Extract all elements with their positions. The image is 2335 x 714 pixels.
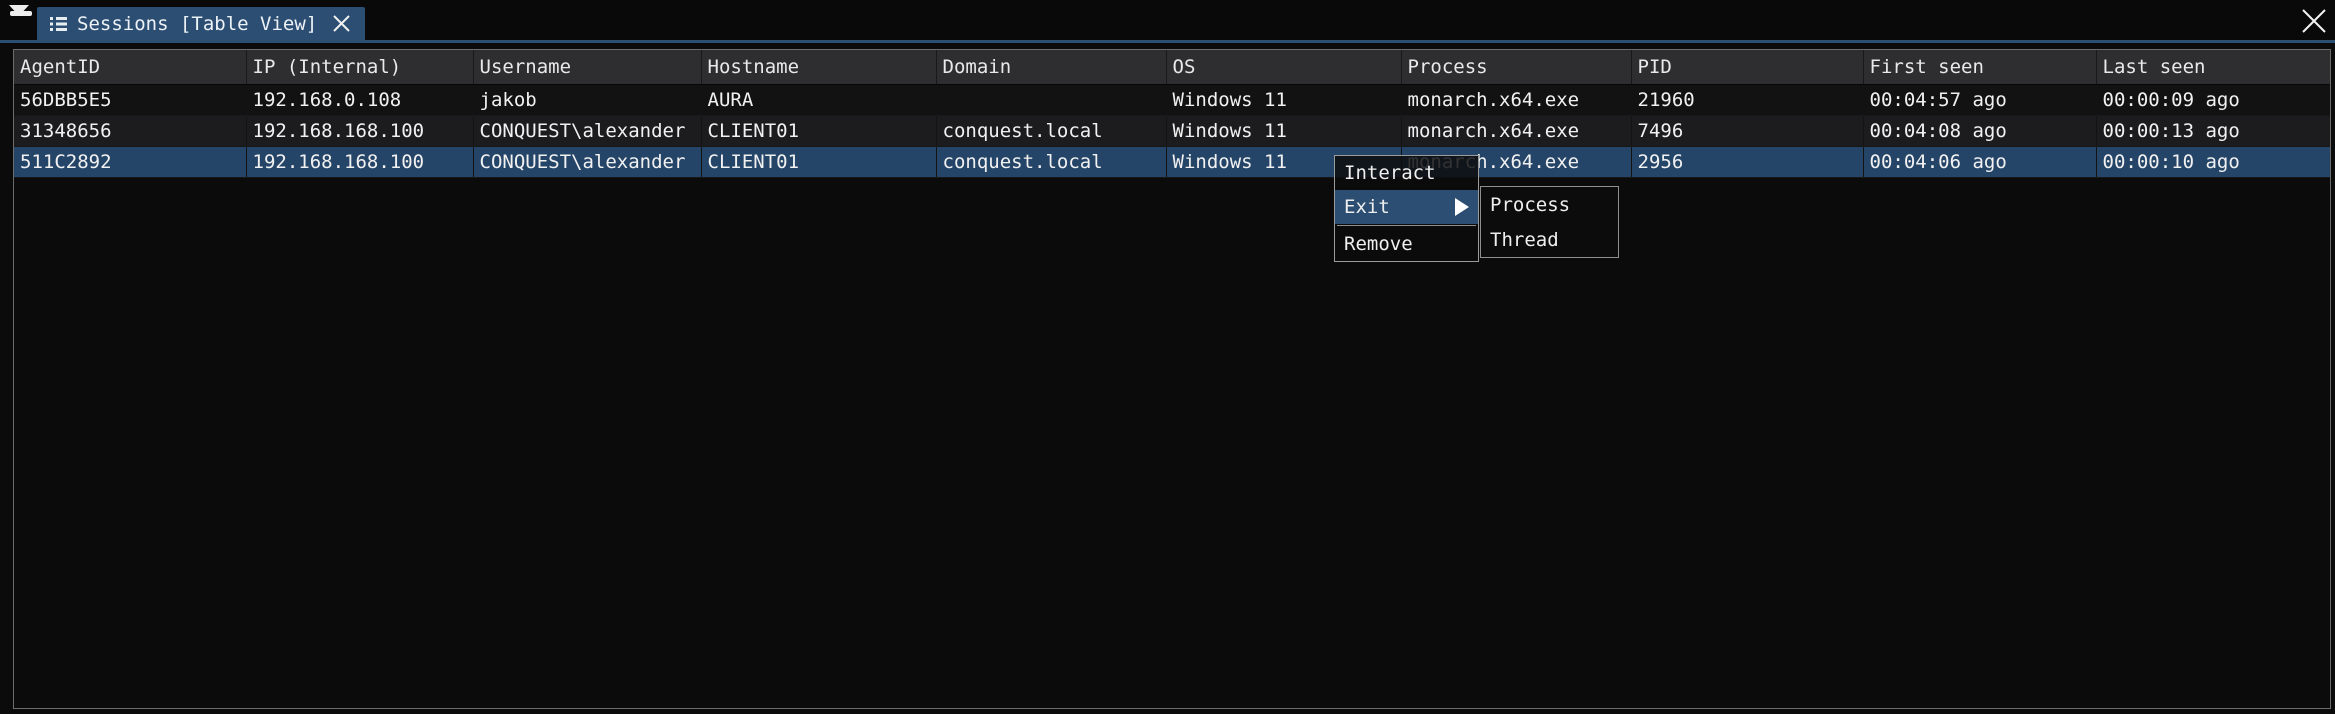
cell-hostname: CLIENT01: [701, 116, 936, 147]
cell-first-seen: 00:04:57 ago: [1863, 85, 2096, 116]
menu-item-label: Remove: [1344, 233, 1413, 255]
cell-hostname: CLIENT01: [701, 147, 936, 178]
menu-item-label: Process: [1490, 194, 1570, 216]
tab-label: Sessions [Table View]: [77, 13, 317, 35]
cell-process: monarch.x64.exe: [1401, 85, 1631, 116]
cell-pid: 2956: [1631, 147, 1863, 178]
cell-hostname: AURA: [701, 85, 936, 116]
column-header-ip-internal[interactable]: IP (Internal): [246, 50, 473, 85]
cell-pid: 7496: [1631, 116, 1863, 147]
cell-first-seen: 00:04:08 ago: [1863, 116, 2096, 147]
window-close-icon[interactable]: [2298, 5, 2330, 37]
column-header-domain[interactable]: Domain: [936, 50, 1166, 85]
menu-item-thread[interactable]: Thread: [1481, 222, 1618, 257]
session-row-511c2892[interactable]: 511C2892192.168.168.100CONQUEST\alexande…: [14, 147, 2330, 178]
column-header-last-seen[interactable]: Last seen: [2096, 50, 2330, 85]
sessions-table-panel: AgentIDIP (Internal)UsernameHostnameDoma…: [13, 49, 2331, 709]
cell-os: Windows 11: [1166, 116, 1401, 147]
cell-domain: conquest.local: [936, 147, 1166, 178]
tab-bar: Sessions [Table View]: [0, 0, 2335, 43]
column-header-os[interactable]: OS: [1166, 50, 1401, 85]
cell-ip-internal: 192.168.168.100: [246, 116, 473, 147]
cell-first-seen: 00:04:06 ago: [1863, 147, 2096, 178]
tab-sessions-table-view[interactable]: Sessions [Table View]: [37, 7, 365, 40]
exit-submenu: Process Thread: [1480, 186, 1619, 258]
tab-close-icon[interactable]: [331, 13, 352, 34]
cell-pid: 21960: [1631, 85, 1863, 116]
cell-agentid: 511C2892: [14, 147, 246, 178]
cell-ip-internal: 192.168.0.108: [246, 85, 473, 116]
column-header-pid[interactable]: PID: [1631, 50, 1863, 85]
cell-domain: conquest.local: [936, 116, 1166, 147]
menu-item-remove[interactable]: Remove: [1335, 227, 1478, 261]
table-list-icon: [50, 17, 67, 31]
column-header-username[interactable]: Username: [473, 50, 701, 85]
menu-item-label: Exit: [1344, 196, 1390, 218]
filter-button[interactable]: [9, 11, 33, 35]
cell-agentid: 56DBB5E5: [14, 85, 246, 116]
menu-item-label: Interact: [1344, 162, 1436, 184]
column-header-hostname[interactable]: Hostname: [701, 50, 936, 85]
table-header-row: AgentIDIP (Internal)UsernameHostnameDoma…: [14, 50, 2330, 85]
cell-os: Windows 11: [1166, 85, 1401, 116]
session-row-31348656[interactable]: 31348656192.168.168.100CONQUEST\alexande…: [14, 116, 2330, 147]
submenu-arrow-icon: [1455, 198, 1469, 216]
menu-item-exit[interactable]: Exit: [1335, 190, 1478, 224]
session-row-56dbb5e5[interactable]: 56DBB5E5192.168.0.108jakobAURA Windows 11…: [14, 85, 2330, 116]
cell-last-seen: 00:00:09 ago: [2096, 85, 2330, 116]
cell-ip-internal: 192.168.168.100: [246, 147, 473, 178]
cell-last-seen: 00:00:13 ago: [2096, 116, 2330, 147]
sessions-window: Sessions [Table View] AgentIDIP (Interna…: [0, 0, 2335, 714]
menu-item-interact[interactable]: Interact: [1335, 156, 1478, 190]
context-menu: Interact Exit Remove: [1334, 155, 1479, 262]
menu-separator: [1337, 225, 1476, 226]
cell-agentid: 31348656: [14, 116, 246, 147]
cell-domain: [936, 85, 1166, 116]
column-header-process[interactable]: Process: [1401, 50, 1631, 85]
cell-username: jakob: [473, 85, 701, 116]
menu-item-label: Thread: [1490, 229, 1559, 251]
sessions-table: AgentIDIP (Internal)UsernameHostnameDoma…: [14, 50, 2330, 178]
filter-triangle-icon: [9, 5, 29, 35]
menu-item-process[interactable]: Process: [1481, 187, 1618, 222]
column-header-first-seen[interactable]: First seen: [1863, 50, 2096, 85]
column-header-agentid[interactable]: AgentID: [14, 50, 246, 85]
cell-last-seen: 00:00:10 ago: [2096, 147, 2330, 178]
cell-username: CONQUEST\alexander: [473, 116, 701, 147]
cell-username: CONQUEST\alexander: [473, 147, 701, 178]
cell-process: monarch.x64.exe: [1401, 116, 1631, 147]
